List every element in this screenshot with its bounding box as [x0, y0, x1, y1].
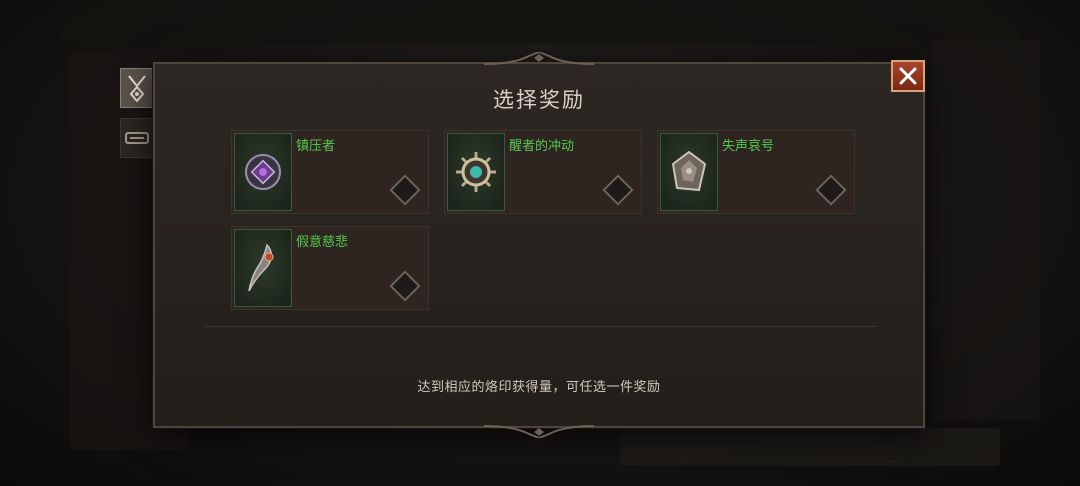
reward-name: 失声哀号	[722, 139, 775, 154]
close-button[interactable]	[891, 60, 925, 92]
reward-thumb	[234, 229, 292, 307]
reward-card-4[interactable]: 假意慈悲	[231, 226, 429, 310]
amulet-icon	[245, 154, 281, 190]
reward-slot	[389, 270, 421, 302]
reward-name: 镇压者	[296, 139, 336, 154]
reward-select-dialog: 选择奖励 镇压者 醒者的冲动 失声哀号 假意慈悲 达到相应的烙印获得量，可任选一…	[153, 52, 925, 438]
pendant-icon	[128, 75, 146, 102]
reward-slot	[815, 174, 847, 206]
claw-dagger-icon	[248, 243, 274, 292]
reward-thumb	[234, 133, 292, 211]
reward-card-1[interactable]: 镇压者	[231, 130, 429, 214]
tab-pendant[interactable]	[120, 68, 154, 108]
bracer-icon	[125, 132, 149, 144]
background-top-bar	[60, 0, 1020, 44]
reward-card-3[interactable]: 失声哀号	[657, 130, 855, 214]
top-ornament	[484, 52, 594, 65]
close-icon	[899, 67, 917, 85]
tab-bracer[interactable]	[120, 118, 154, 158]
wheel-charm-icon	[456, 152, 496, 192]
rune-stone-icon	[671, 150, 707, 192]
reward-thumb	[660, 133, 718, 211]
reward-slot	[602, 174, 634, 206]
hint-text: 达到相应的烙印获得量，可任选一件奖励	[417, 380, 661, 395]
reward-thumb	[447, 133, 505, 211]
reward-card-2[interactable]: 醒者的冲动	[444, 130, 642, 214]
background-right-panel	[930, 40, 1040, 420]
bottom-ornament	[484, 425, 594, 438]
reward-name: 假意慈悲	[296, 235, 349, 250]
reward-slot	[389, 174, 421, 206]
dialog-title: 选择奖励	[493, 88, 585, 112]
divider	[205, 326, 877, 327]
reward-name: 醒者的冲动	[509, 139, 575, 154]
background-bottom-buttons	[620, 428, 1000, 466]
